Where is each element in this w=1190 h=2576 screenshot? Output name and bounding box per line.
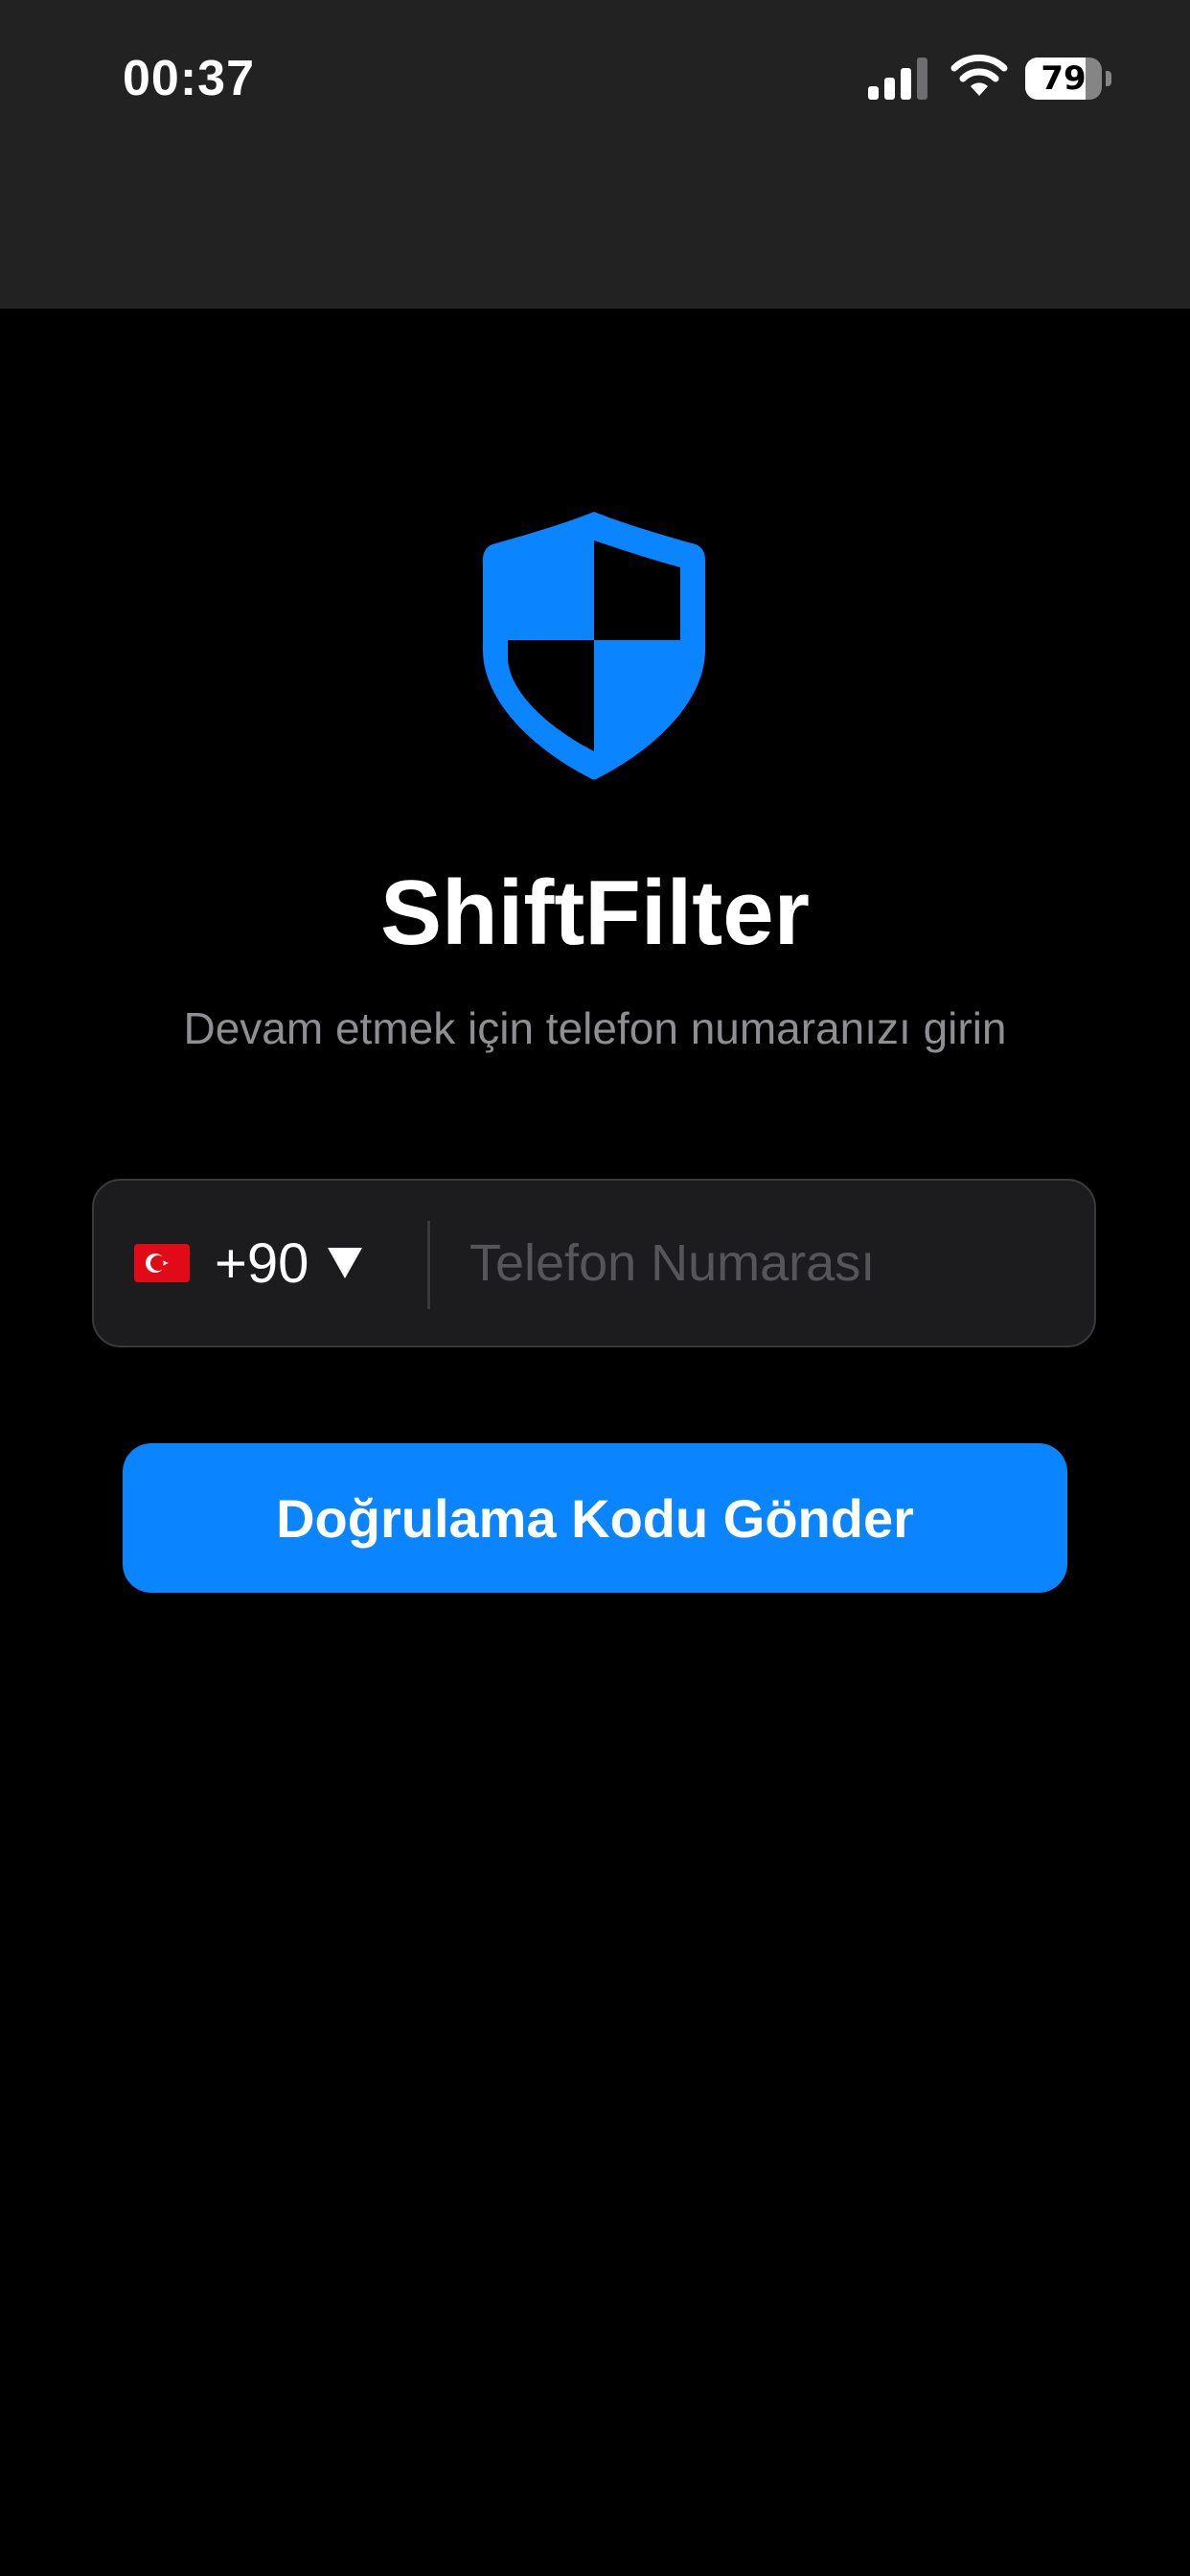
phone-field: +90	[92, 1179, 1096, 1347]
dial-code: +90	[215, 1231, 309, 1295]
battery-icon: 79	[1025, 58, 1113, 100]
field-divider	[427, 1221, 430, 1309]
wifi-icon	[950, 54, 1008, 96]
subtitle: Devam etmek için telefon numaranızı giri…	[183, 1003, 1007, 1053]
phone-number-input[interactable]	[469, 1181, 1064, 1346]
country-code-picker[interactable]: +90	[134, 1181, 422, 1346]
cellular-signal-icon	[868, 58, 927, 100]
send-code-button[interactable]: Doğrulama Kodu Gönder	[123, 1443, 1067, 1593]
status-time: 00:37	[123, 51, 255, 106]
chevron-down-icon	[328, 1248, 363, 1278]
battery-level: 79	[1041, 59, 1087, 98]
shield-icon	[483, 512, 705, 780]
status-bar: 00:37 79	[0, 0, 1190, 309]
app-title: ShiftFilter	[380, 862, 810, 964]
turkey-flag-icon	[134, 1244, 190, 1282]
